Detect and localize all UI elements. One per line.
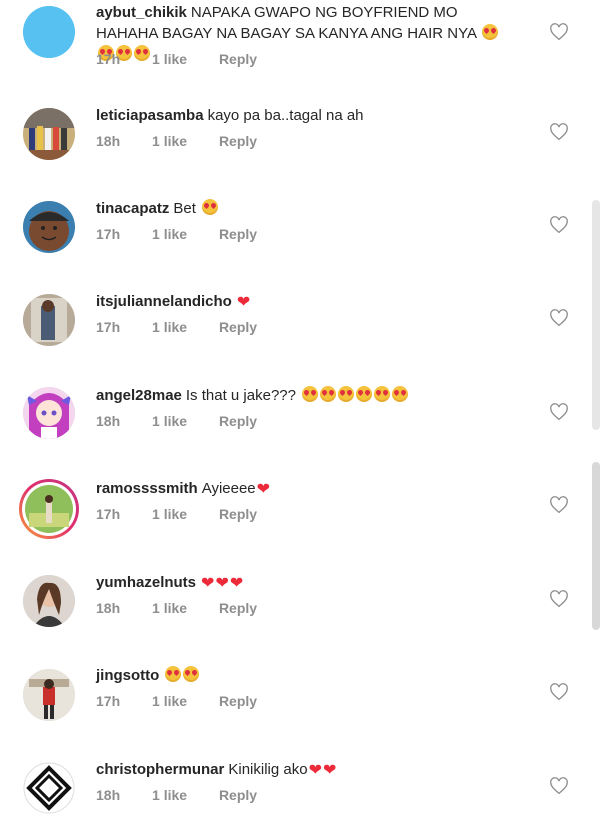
scrollbar-thumb[interactable] [592,462,600,630]
heart-outline-icon[interactable] [549,123,569,141]
avatar[interactable] [23,387,75,439]
red-heart-icon: ❤ [229,575,244,592]
comment-username[interactable]: christophermunar [96,761,224,778]
heart-outline-icon[interactable] [549,309,569,327]
heart-eyes-emoji-icon [392,386,409,402]
comment-time: 18h [96,787,121,803]
comment-body: Kinikilig ako [228,761,308,778]
comment-time: 17h [96,506,121,522]
scrollbar-track[interactable] [592,200,600,430]
avatar[interactable] [23,6,75,58]
red-heart-icon: ❤ [215,575,229,592]
avatar[interactable] [23,108,75,160]
avatar[interactable] [23,762,75,814]
comment-meta: 18h 1 like Reply [96,600,285,616]
comment-time: 17h [96,319,121,335]
comment-text-block: jingsotto [96,665,516,686]
heart-eyes-emoji-icon [356,386,373,402]
comment-like-count[interactable]: 1 like [152,693,187,709]
reply-button[interactable]: Reply [219,787,257,803]
heart-eyes-emoji-icon [302,386,319,402]
heart-outline-icon[interactable] [549,403,569,421]
heart-outline-icon[interactable] [549,683,569,701]
red-heart-icon: ❤ [308,762,322,779]
comment-username[interactable]: yumhazelnuts [96,574,196,591]
comment-text-block: itsjuliannelandicho ❤ [96,291,516,312]
red-heart-icon: ❤ [236,294,251,311]
heart-eyes-emoji-icon [338,386,355,402]
comment-username[interactable]: ramossssmith [96,480,198,497]
heart-outline-icon[interactable] [549,23,569,41]
avatar[interactable] [23,669,75,721]
reply-button[interactable]: Reply [219,226,257,242]
heart-outline-icon[interactable] [549,777,569,795]
comment-like-count[interactable]: 1 like [152,413,187,429]
comment-body: Bet [173,200,196,217]
comment-time: 18h [96,133,121,149]
comment-like-count[interactable]: 1 like [152,506,187,522]
avatar[interactable] [23,201,75,253]
reply-button[interactable]: Reply [219,600,257,616]
comment-like-count[interactable]: 1 like [152,51,187,67]
comment-like-count[interactable]: 1 like [152,787,187,803]
comment-text-block: christophermunar Kinikilig ako❤❤ [96,759,516,780]
comment-body: Is that u jake??? [185,387,296,404]
avatar[interactable] [23,575,75,627]
comment-time: 17h [96,693,121,709]
reply-button[interactable]: Reply [219,413,257,429]
red-heart-icon: ❤ [256,481,271,498]
comment-meta: 18h 1 like Reply [96,133,285,149]
comment-time: 18h [96,413,121,429]
comment-meta: 18h 1 like Reply [96,413,285,429]
comment-like-count[interactable]: 1 like [152,319,187,335]
comment-username[interactable]: jingsotto [96,667,159,684]
comment-time: 18h [96,600,121,616]
red-heart-icon: ❤ [201,575,215,592]
comment-text-block: leticiapasamba kayo pa ba..tagal na ah [96,105,516,126]
reply-button[interactable]: Reply [219,133,257,149]
comment-text-block: yumhazelnuts ❤❤❤ [96,572,516,593]
comment-text-block: angel28mae Is that u jake??? [96,385,516,406]
comment-meta: 17h 1 like Reply [96,319,285,335]
comment-time: 17h [96,51,121,67]
comment-body: Ayieeee [201,480,256,497]
comment-username[interactable]: aybut_chikik [96,4,187,21]
comment-username[interactable]: itsjuliannelandicho [96,293,232,310]
red-heart-icon: ❤ [322,762,337,779]
heart-eyes-emoji-icon [320,386,337,402]
comment-meta: 18h 1 like Reply [96,787,285,803]
comment-time: 17h [96,226,121,242]
avatar[interactable] [23,294,75,346]
comment-body: kayo pa ba..tagal na ah [207,107,364,124]
comment-meta: 17h 1 like Reply [96,226,285,242]
heart-eyes-emoji-icon [165,666,182,682]
reply-button[interactable]: Reply [219,506,257,522]
comment-like-count[interactable]: 1 like [152,133,187,149]
heart-outline-icon[interactable] [549,496,569,514]
comment-username[interactable]: leticiapasamba [96,107,204,124]
heart-eyes-emoji-icon [374,386,391,402]
heart-outline-icon[interactable] [549,590,569,608]
comment-like-count[interactable]: 1 like [152,600,187,616]
comment-meta: 17h 1 like Reply [96,693,285,709]
heart-eyes-emoji-icon [482,24,499,40]
comment-like-count[interactable]: 1 like [152,226,187,242]
comment-meta: 17h 1 like Reply [96,506,285,522]
comment-username[interactable]: angel28mae [96,387,182,404]
heart-eyes-emoji-icon [202,199,219,215]
heart-outline-icon[interactable] [549,216,569,234]
reply-button[interactable]: Reply [219,693,257,709]
comment-username[interactable]: tinacapatz [96,200,169,217]
reply-button[interactable]: Reply [219,51,257,67]
comment-meta: 17h 1 like Reply [96,51,285,67]
story-ring-avatar[interactable] [19,479,79,539]
comment-text-block: tinacapatz Bet [96,198,516,219]
heart-eyes-emoji-icon [183,666,200,682]
comment-text-block: ramossssmith Ayieeee❤ [96,478,516,499]
reply-button[interactable]: Reply [219,319,257,335]
